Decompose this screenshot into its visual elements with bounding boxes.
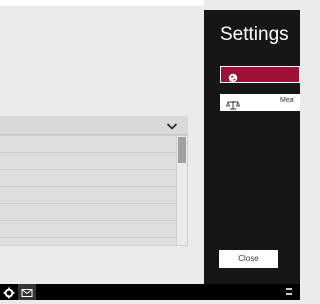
setting-item-globe[interactable] [220, 66, 300, 83]
mail-icon[interactable] [21, 286, 33, 298]
close-button[interactable]: Close [219, 250, 278, 268]
dropdown-header[interactable] [0, 116, 188, 135]
list-panel[interactable] [0, 135, 188, 246]
settings-title: Settings [220, 24, 289, 45]
list-item[interactable] [0, 170, 187, 187]
main-area [0, 0, 204, 284]
list-item[interactable] [0, 153, 187, 170]
taskbar-active-app[interactable] [18, 284, 36, 300]
globe-icon [228, 70, 238, 83]
vertical-scrollbar[interactable] [176, 136, 187, 245]
settings-pane: Settings Mea Close [204, 10, 300, 284]
chevron-down-icon[interactable] [166, 119, 178, 131]
system-tray-icon[interactable] [284, 285, 294, 299]
setting-item-label: Mea [280, 97, 294, 104]
gear-icon[interactable] [3, 286, 15, 299]
list-item[interactable] [0, 221, 187, 238]
scrollbar-thumb[interactable] [178, 137, 186, 163]
list-item[interactable] [0, 187, 187, 204]
balance-scale-icon [225, 97, 241, 110]
list-item[interactable] [0, 136, 187, 153]
list-item[interactable] [0, 204, 187, 221]
main-top-strip [0, 0, 204, 6]
taskbar [0, 284, 300, 300]
setting-item-measurement[interactable]: Mea [220, 94, 300, 111]
